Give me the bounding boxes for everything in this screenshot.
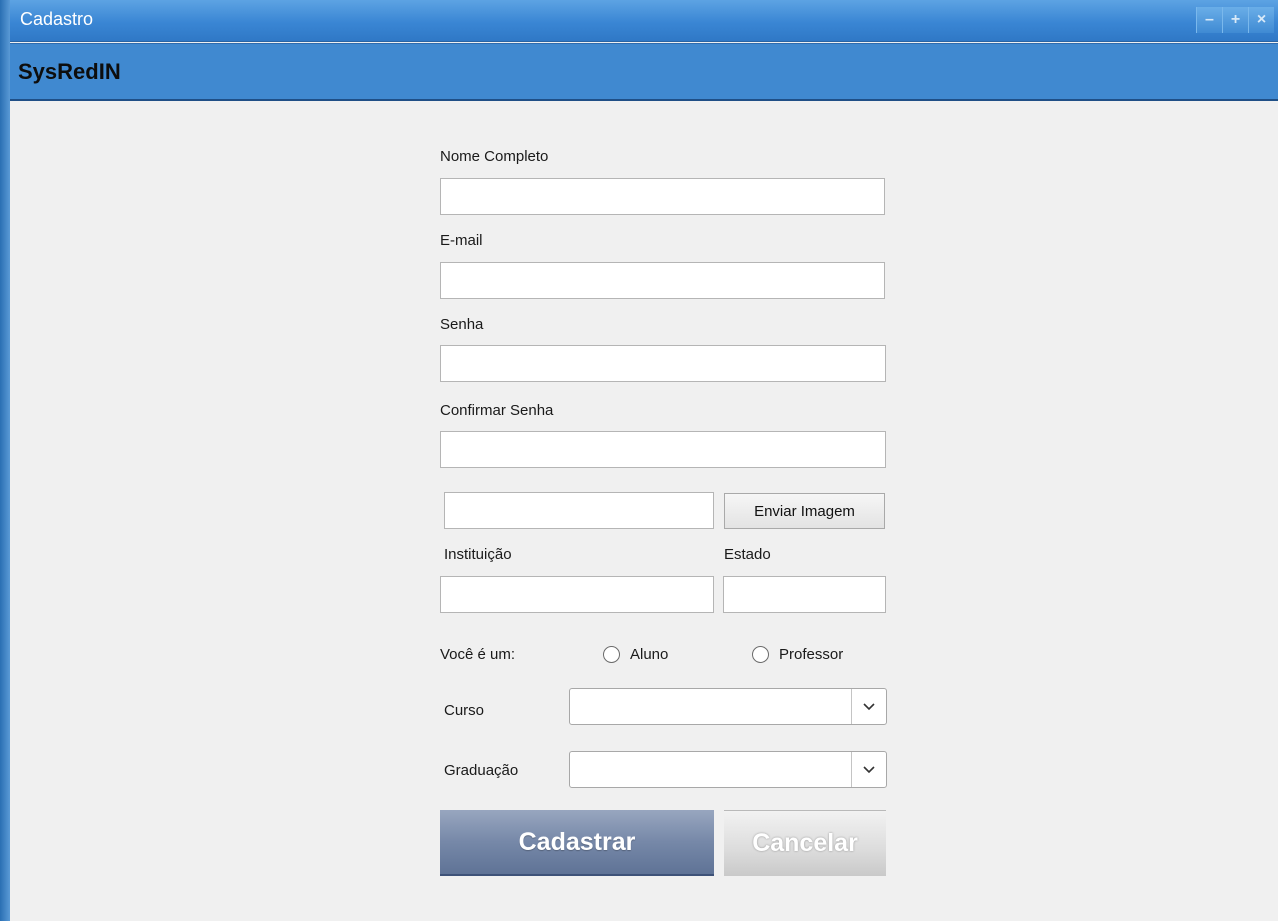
- curso-select[interactable]: [569, 688, 887, 725]
- minimize-button[interactable]: –: [1196, 7, 1222, 33]
- professor-label[interactable]: Professor: [779, 646, 843, 663]
- close-button[interactable]: ×: [1248, 7, 1274, 33]
- enviar-imagem-button[interactable]: Enviar Imagem: [724, 493, 885, 529]
- window-controls: – + ×: [1196, 7, 1274, 33]
- chevron-down-icon[interactable]: [851, 752, 886, 787]
- estado-input[interactable]: [723, 576, 886, 613]
- tipo-label: Você é um:: [440, 646, 516, 663]
- window-left-border: [0, 0, 10, 921]
- confirmar-senha-input[interactable]: [440, 431, 886, 468]
- window-titlebar[interactable]: Cadastro – + ×: [10, 0, 1278, 42]
- instituicao-input[interactable]: [440, 576, 714, 613]
- instituicao-label: Instituição: [444, 546, 512, 563]
- graduacao-label: Graduação: [444, 762, 519, 779]
- cancelar-button[interactable]: Cancelar: [724, 810, 886, 876]
- app-title: SysRedIN: [18, 59, 121, 84]
- chevron-down-icon[interactable]: [851, 689, 886, 724]
- aluno-label[interactable]: Aluno: [630, 646, 668, 663]
- email-label: E-mail: [440, 232, 483, 249]
- confirmar-senha-label: Confirmar Senha: [440, 402, 554, 419]
- window: Cadastro – + × SysRedIN Nome Completo E-…: [0, 0, 1278, 921]
- curso-label: Curso: [444, 702, 485, 719]
- nome-label: Nome Completo: [440, 148, 549, 165]
- app-header: SysRedIN: [10, 43, 1278, 101]
- imagem-path-input[interactable]: [444, 492, 714, 529]
- cadastrar-button[interactable]: Cadastrar: [440, 810, 714, 876]
- close-icon: ×: [1256, 11, 1267, 28]
- aluno-radio[interactable]: [603, 646, 620, 663]
- estado-label: Estado: [724, 546, 771, 563]
- window-title: Cadastro: [20, 9, 94, 29]
- graduacao-select[interactable]: [569, 751, 887, 788]
- email-input[interactable]: [440, 262, 885, 299]
- senha-input[interactable]: [440, 345, 886, 382]
- senha-label: Senha: [440, 316, 484, 333]
- professor-radio[interactable]: [752, 646, 769, 663]
- nome-input[interactable]: [440, 178, 885, 215]
- minimize-icon: –: [1205, 11, 1214, 28]
- maximize-button[interactable]: +: [1222, 7, 1248, 33]
- maximize-icon: +: [1230, 11, 1241, 28]
